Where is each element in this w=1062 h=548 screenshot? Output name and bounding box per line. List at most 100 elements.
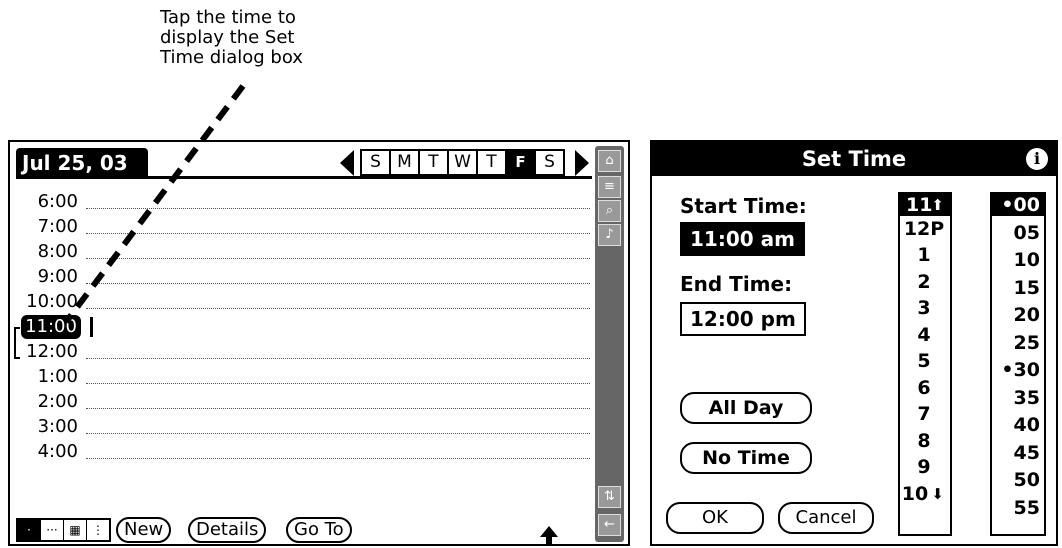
goto-button[interactable]: Go To: [286, 517, 352, 543]
dialog-title: Set Time: [652, 142, 1056, 176]
menu-icon[interactable]: ≡: [598, 176, 621, 198]
week-day-selector: S M T W T F S: [360, 149, 565, 176]
time-slot[interactable]: 2:00: [20, 390, 590, 414]
find-icon[interactable]: ⌕: [598, 200, 621, 222]
view-selector: · ··· ▦ ⋮: [16, 518, 111, 542]
scroll-up-icon[interactable]: ⬆: [931, 194, 944, 216]
slot-line: [86, 258, 590, 259]
next-week-arrow-icon[interactable]: [575, 150, 589, 176]
hour-item[interactable]: 6: [902, 377, 946, 399]
header-divider: [16, 176, 592, 179]
new-button[interactable]: New: [116, 517, 172, 543]
time-label[interactable]: 3:00: [20, 415, 78, 439]
day-view-button[interactable]: ·: [18, 520, 41, 540]
hour-item[interactable]: 7: [902, 403, 946, 425]
callout-line: Time dialog box: [160, 47, 303, 68]
minute-item[interactable]: 20: [992, 304, 1044, 326]
hour-item-selected[interactable]: 11: [900, 194, 952, 216]
hour-item[interactable]: 5: [902, 350, 946, 372]
minute-list: •00 05 10 15 20 25 •30 35 40 45 50 55: [990, 192, 1046, 536]
time-slot[interactable]: 8:00: [20, 240, 590, 264]
time-slot[interactable]: 1:00: [20, 365, 590, 389]
speaker-icon[interactable]: ♪: [598, 224, 621, 246]
day-button[interactable]: S: [362, 151, 391, 174]
time-slot[interactable]: 12:00: [20, 340, 590, 364]
hour-item[interactable]: 3: [902, 297, 946, 319]
minute-item[interactable]: 10: [992, 249, 1044, 271]
day-button-selected[interactable]: F: [507, 151, 536, 174]
slot-line: [86, 308, 590, 309]
time-slot[interactable]: 10:00: [20, 290, 590, 314]
start-time-field[interactable]: 11:00 am: [680, 222, 805, 256]
minute-item[interactable]: 45: [992, 442, 1044, 464]
time-slot-selected[interactable]: 11:00: [14, 315, 590, 359]
details-button[interactable]: Details: [188, 517, 267, 543]
time-slot[interactable]: 7:00: [20, 215, 590, 239]
set-time-dialog: Set Time i Start Time: 11:00 am End Time…: [650, 140, 1058, 546]
time-label[interactable]: 2:00: [20, 390, 78, 414]
silkscreen-sidebar: ⌂ ≡ ⌕ ♪ ⇅ ←: [595, 146, 624, 542]
slot-line: [86, 458, 590, 459]
day-button[interactable]: M: [391, 151, 420, 174]
hour-item[interactable]: 1: [902, 244, 946, 266]
hour-list: 11 ⬆ 12P 1 2 3 4 5 6 7 8 9 10 ⬇: [898, 192, 952, 536]
no-time-button[interactable]: No Time: [680, 442, 812, 474]
hour-item[interactable]: 10: [900, 483, 930, 505]
time-label[interactable]: 8:00: [20, 240, 78, 264]
minute-item[interactable]: 05: [992, 222, 1044, 244]
day-button[interactable]: W: [449, 151, 478, 174]
slot-line: [86, 408, 590, 409]
minute-item-selected[interactable]: •00: [992, 194, 1044, 216]
hour-item[interactable]: 8: [902, 430, 946, 452]
home-icon[interactable]: ⌂: [598, 150, 621, 172]
slot-line: [86, 358, 590, 359]
scroll-up-arrow-stem: [546, 536, 552, 544]
day-view-screen: Jul 25, 03 S M T W T F S 6:00 7:00 8:00 …: [8, 140, 630, 546]
month-view-button[interactable]: ▦: [64, 520, 87, 540]
time-slot[interactable]: 3:00: [20, 415, 590, 439]
all-day-button[interactable]: All Day: [680, 392, 812, 424]
end-time-field[interactable]: 12:00 pm: [680, 302, 806, 336]
time-slot[interactable]: 9:00: [20, 265, 590, 289]
back-icon[interactable]: ←: [598, 514, 621, 536]
time-label[interactable]: 1:00: [20, 365, 78, 389]
previous-week-arrow-icon[interactable]: [340, 150, 354, 176]
time-slot[interactable]: 6:00: [20, 190, 590, 214]
time-label[interactable]: 9:00: [20, 265, 78, 289]
info-icon[interactable]: i: [1026, 148, 1048, 170]
time-slot[interactable]: 4:00: [20, 440, 590, 464]
day-button[interactable]: S: [536, 151, 563, 174]
time-label[interactable]: 7:00: [20, 215, 78, 239]
time-label[interactable]: 10:00: [20, 290, 78, 314]
start-time-label: Start Time:: [680, 194, 807, 218]
date-label[interactable]: Jul 25, 03: [16, 148, 148, 178]
callout-text: Tap the time to display the Set Time dia…: [160, 8, 370, 68]
minute-item[interactable]: 25: [992, 332, 1044, 354]
minute-item[interactable]: 50: [992, 469, 1044, 491]
slot-line: [86, 433, 590, 434]
time-label[interactable]: 6:00: [20, 190, 78, 214]
week-view-button[interactable]: ···: [41, 520, 64, 540]
hour-item[interactable]: 9: [902, 456, 946, 478]
callout-line: Tap the time to: [160, 7, 296, 28]
day-button[interactable]: T: [420, 151, 449, 174]
slot-line: [86, 283, 590, 284]
hour-item[interactable]: 2: [902, 271, 946, 293]
minute-item[interactable]: 35: [992, 387, 1044, 409]
time-label[interactable]: 11:00: [21, 315, 81, 339]
hour-item[interactable]: 4: [902, 324, 946, 346]
time-label[interactable]: 4:00: [20, 440, 78, 464]
minute-item[interactable]: 40: [992, 414, 1044, 436]
day-button[interactable]: T: [478, 151, 507, 174]
minute-item[interactable]: 15: [992, 277, 1044, 299]
slot-line: [86, 233, 590, 234]
cancel-button[interactable]: Cancel: [778, 502, 874, 534]
scroll-down-icon[interactable]: ⬇: [931, 483, 944, 505]
agenda-view-button[interactable]: ⋮: [87, 520, 109, 540]
time-label[interactable]: 12:00: [20, 340, 78, 364]
ok-button[interactable]: OK: [666, 502, 764, 534]
minute-item[interactable]: •30: [992, 359, 1044, 381]
rotate-icon[interactable]: ⇅: [598, 486, 621, 508]
hour-item[interactable]: 12P: [902, 218, 946, 240]
minute-item[interactable]: 55: [992, 497, 1044, 519]
